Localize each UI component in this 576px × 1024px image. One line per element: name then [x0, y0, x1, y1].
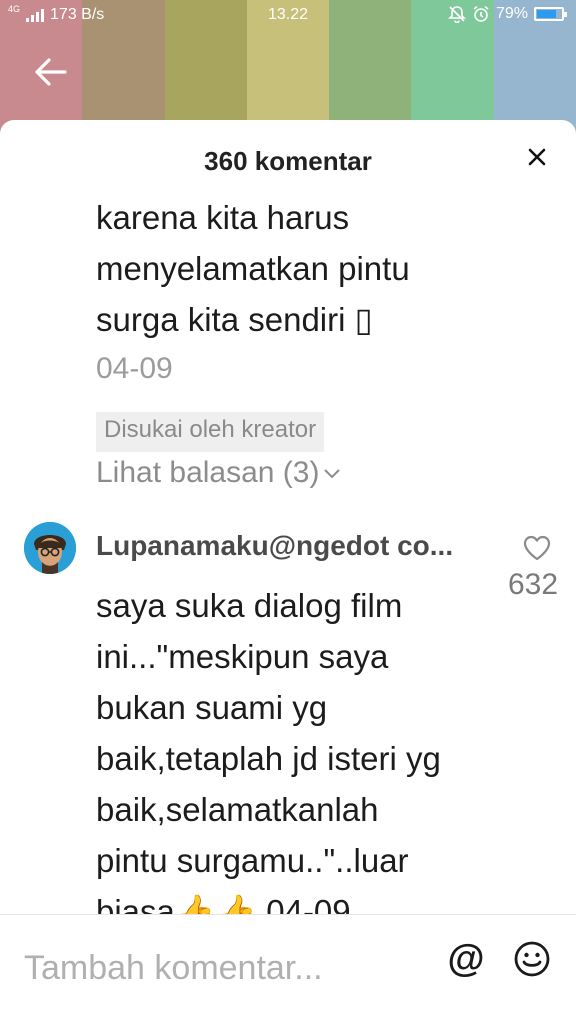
battery-percent: 79% — [495, 5, 528, 22]
close-button[interactable] — [520, 140, 554, 174]
mute-bell-icon — [448, 6, 466, 23]
comment-line: menyelamatkan pintu — [96, 250, 410, 287]
comment-line: ini..."meskipun saya — [96, 638, 389, 675]
comment-line: baik,selamatkanlah — [96, 791, 379, 828]
battery-icon — [534, 7, 567, 21]
status-bar: 4G 173 B/s 13.22 79% — [0, 0, 576, 32]
alarm-icon — [473, 5, 489, 22]
comment-input-bar: @ — [0, 915, 576, 1024]
smiley-icon — [514, 941, 550, 977]
comment-username[interactable]: Lupanamaku@ngedot co... — [96, 530, 506, 562]
battery-fill — [537, 10, 556, 18]
back-button[interactable] — [30, 52, 70, 92]
comment-date: 04-09 — [96, 352, 173, 385]
status-right: 79% — [448, 5, 567, 23]
avatar[interactable] — [24, 522, 76, 574]
comment-list[interactable]: karena kita harus menyelamatkan pintu su… — [0, 190, 576, 914]
heart-icon — [523, 535, 551, 561]
comment-line: karena kita harus — [96, 199, 350, 236]
mention-button[interactable]: @ — [446, 937, 486, 980]
comment-line: biasa👍👍 04-09 — [96, 893, 351, 914]
comment-text: saya suka dialog film ini..."meskipun sa… — [96, 580, 516, 914]
at-sign-icon: @ — [447, 937, 485, 980]
view-replies-button[interactable]: Lihat balasan (3) — [96, 456, 341, 490]
close-icon — [528, 148, 546, 166]
like-button[interactable] — [522, 534, 554, 566]
comment-input[interactable] — [24, 943, 414, 993]
comment-line: saya suka dialog film — [96, 587, 403, 624]
avatar-image — [24, 522, 76, 574]
comment-line: pintu surgamu.."..luar — [96, 842, 409, 879]
comment-line: bukan suami yg — [96, 689, 328, 726]
comment-text: karena kita harus menyelamatkan pintu su… — [96, 192, 516, 345]
comment-line: surga kita sendiri ▯ — [96, 301, 373, 338]
comments-sheet: 360 komentar karena kita harus menyelama… — [0, 120, 576, 1024]
liked-by-creator-badge: Disukai oleh kreator — [96, 412, 325, 452]
arrow-left-icon — [35, 58, 67, 86]
sheet-title: 360 komentar — [204, 146, 372, 176]
comment-line: baik,tetaplah jd isteri yg — [96, 740, 441, 777]
emoji-button[interactable] — [512, 939, 552, 979]
view-replies-label: Lihat balasan (3) — [96, 456, 320, 489]
chevron-down-icon — [324, 469, 341, 479]
